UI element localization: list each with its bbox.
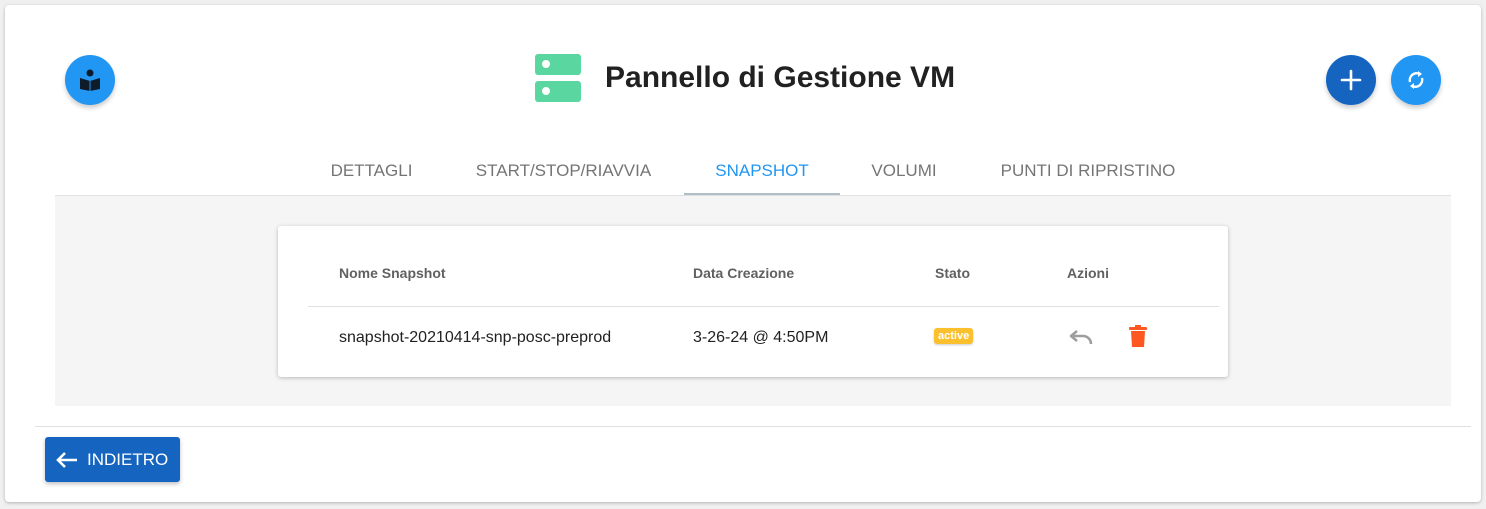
header-azioni: Azioni [1067,265,1109,281]
header-divider [308,306,1219,307]
snapshot-date: 3-26-24 @ 4:50PM [693,329,829,346]
plus-icon [1340,69,1362,91]
tab-start-stop-riavvia[interactable]: START/STOP/RIAVVIA [443,147,684,195]
book-reader-icon [80,69,100,91]
back-button[interactable]: INDIETRO [45,437,180,482]
active-tab-indicator [684,193,840,195]
add-button[interactable] [1326,55,1376,105]
tab-snapshot[interactable]: SNAPSHOT [684,147,840,195]
header-data-creazione: Data Creazione [693,265,795,281]
tab-bar: DETTAGLI START/STOP/RIAVVIA SNAPSHOT VOL… [55,147,1451,196]
back-button-label: INDIETRO [87,449,169,469]
server-icon [535,54,581,102]
arrow-left-icon [56,451,77,468]
refresh-icon [1408,71,1424,89]
page-header: Pannello di Gestione VM [535,54,955,102]
undo-icon[interactable] [1068,327,1094,352]
snapshot-name: snapshot-20210414-snp-posc-preprod [339,329,612,346]
footer-divider [35,426,1471,427]
tab-punti-di-ripristino[interactable]: PUNTI DI RIPRISTINO [968,147,1208,195]
docs-button[interactable] [65,55,115,105]
tab-content: Nome Snapshot Data Creazione Stato Azion… [55,196,1451,406]
header-nome-snapshot: Nome Snapshot [339,265,446,281]
tab-dettagli[interactable]: DETTAGLI [300,147,443,195]
snapshot-table: Nome Snapshot Data Creazione Stato Azion… [278,226,1228,377]
refresh-button[interactable] [1391,55,1441,105]
tab-volumi[interactable]: VOLUMI [840,147,968,195]
page-title: Pannello di Gestione VM [605,61,956,94]
status-badge: active [934,328,974,344]
main-card: Pannello di Gestione VM DETTAGLI START/S… [5,5,1481,502]
header-stato: Stato [935,265,970,281]
trash-icon[interactable] [1128,324,1148,353]
